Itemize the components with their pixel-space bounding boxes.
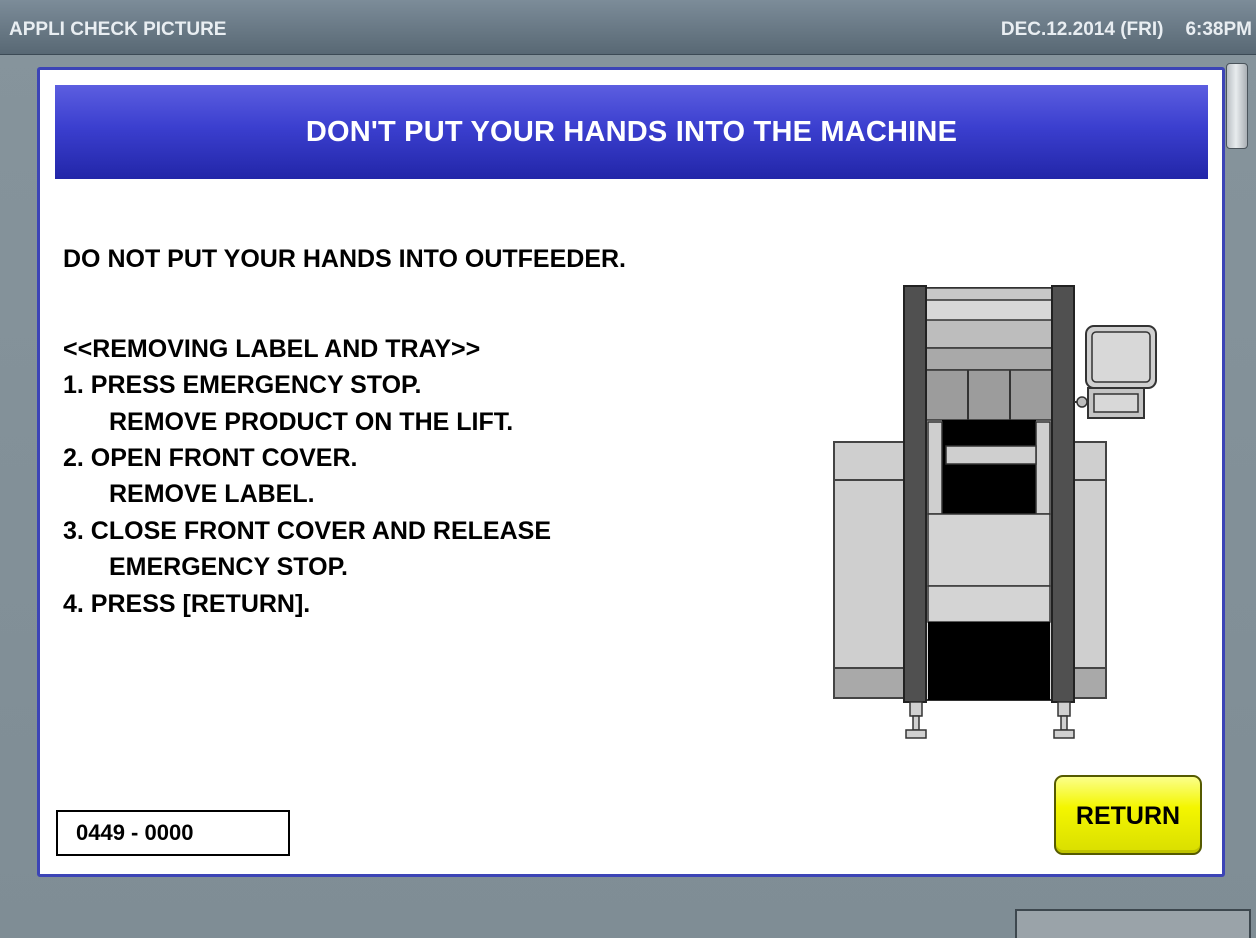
date-time: DEC.12.2014 (FRI) 6:38PM [1001,19,1252,41]
status-field [1015,909,1251,938]
title-bar: APPLI CHECK PICTURE DEC.12.2014 (FRI) 6:3… [0,0,1256,55]
instruction-line: DO NOT PUT YOUR HANDS INTO OUTFEEDER. [63,245,627,273]
time-label: 6:38PM [1185,19,1252,40]
instruction-line: <<REMOVING LABEL AND TRAY>> [63,335,481,363]
dialog-banner: DON'T PUT YOUR HANDS INTO THE MACHINE [55,85,1208,179]
return-button[interactable]: RETURN [1054,775,1202,855]
machine-diagram-icon [833,285,1157,739]
instruction-line: REMOVE PRODUCT ON THE LIFT. [109,408,514,436]
dialog-title: DON'T PUT YOUR HANDS INTO THE MACHINE [305,115,958,148]
instruction-line: 1. PRESS EMERGENCY STOP. [63,371,422,399]
error-code: 0449 - 0000 [56,810,290,856]
instruction-line: 4. PRESS [RETURN]. [63,590,311,618]
date-label: DEC.12.2014 (FRI) [1000,19,1164,40]
app-title: APPLI CHECK PICTURE [9,19,227,40]
instruction-line: EMERGENCY STOP. [109,553,348,581]
instruction-line: REMOVE LABEL. [109,480,315,508]
warning-dialog: DON'T PUT YOUR HANDS INTO THE MACHINE DO… [37,67,1225,877]
scroll-handle[interactable] [1226,63,1248,149]
instruction-line: 2. OPEN FRONT COVER. [63,444,358,472]
instruction-line: 3. CLOSE FRONT COVER AND RELEASE [63,517,552,545]
